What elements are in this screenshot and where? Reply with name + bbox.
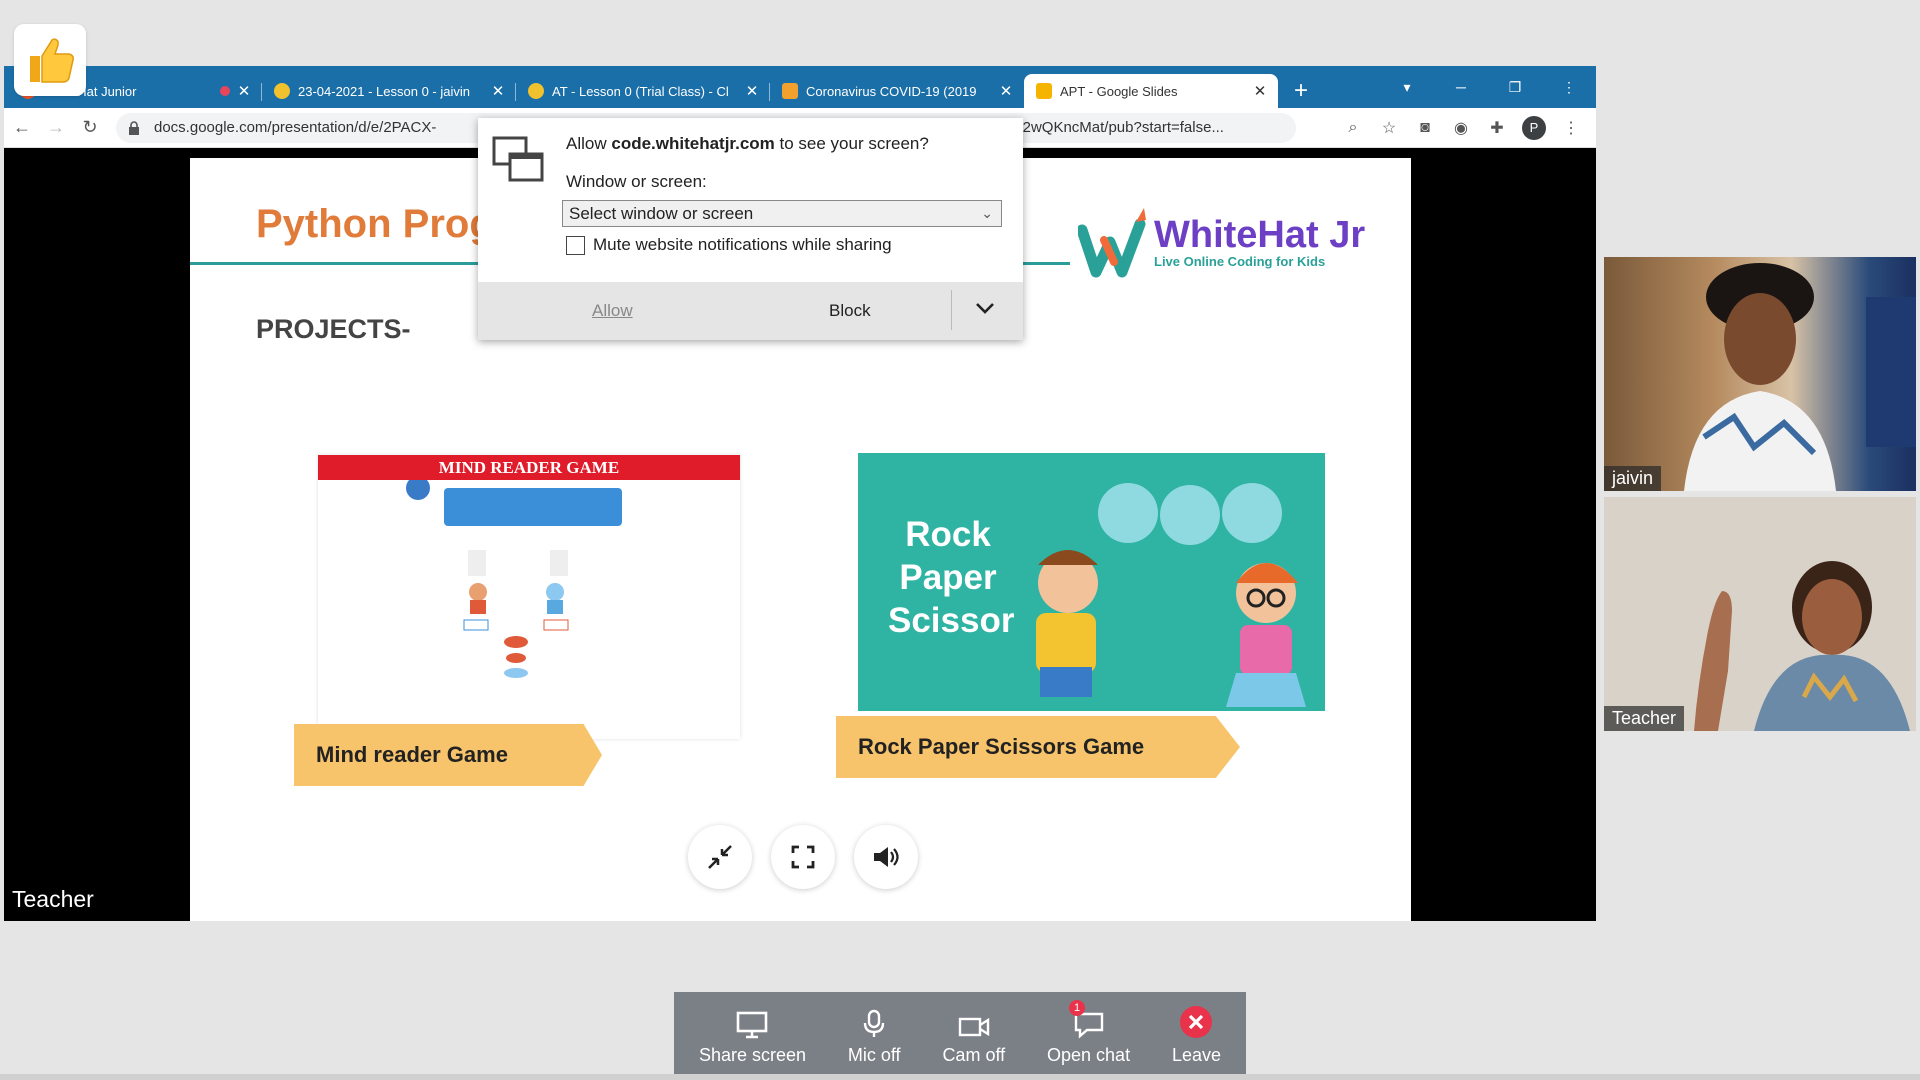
extension-menu-icon[interactable]: ⋮ <box>1542 66 1596 108</box>
projects-heading: PROJECTS- <box>256 314 411 344</box>
mute-notifications-label: Mute website notifications while sharing <box>593 235 892 254</box>
close-tab-icon[interactable]: ✕ <box>998 83 1014 100</box>
chrome-menu-icon[interactable]: ⋮ <box>1560 117 1582 139</box>
whitehat-w-icon <box>1078 208 1146 278</box>
participant-video-jaivin: jaivin <box>1604 257 1916 491</box>
mind-reader-illustration <box>406 476 622 678</box>
unread-chat-badge: 1 <box>1069 1000 1086 1016</box>
fullscreen-icon <box>791 845 815 869</box>
logo-name: WhiteHat Jr <box>1154 213 1366 256</box>
slides-favicon-icon <box>782 83 798 99</box>
thumbs-up-reaction[interactable] <box>14 24 86 96</box>
whitehat-logo: WhiteHat Jr Live Online Coding for Kids <box>1078 206 1365 278</box>
close-tab-icon[interactable]: ✕ <box>236 83 252 100</box>
leave-label: Leave <box>1171 1045 1221 1065</box>
fullscreen-button[interactable] <box>771 825 835 889</box>
meeting-control-bar: Share screen Mic off Cam off 1 Open chat… <box>674 992 1246 1076</box>
close-tab-icon[interactable]: ✕ <box>744 83 760 100</box>
minimize-icon[interactable]: ─ <box>1434 66 1488 108</box>
screen-share-icon <box>492 136 544 182</box>
tab-title: 23-04-2021 - Lesson 0 - jaivin <box>298 83 470 99</box>
window-or-screen-label: Window or screen: <box>566 172 707 191</box>
forward-arrow-icon[interactable]: → <box>40 112 72 144</box>
slide-title: Python Prog <box>256 202 494 246</box>
zoom-icon[interactable]: ⌕ <box>1342 117 1364 139</box>
block-button[interactable]: Block <box>829 301 871 321</box>
participant-figure <box>1684 263 1916 491</box>
tab-search-icon[interactable]: ▾ <box>1380 66 1434 108</box>
tab-google-slides[interactable]: APT - Google Slides ✕ <box>1024 74 1278 108</box>
microphone-icon <box>864 1009 885 1037</box>
participant-video-teacher: Teacher <box>1604 497 1916 731</box>
leave-button[interactable]: Leave <box>1172 992 1221 1076</box>
open-chat-label: Open chat <box>1047 1045 1131 1065</box>
mind-reader-thumbnail: MIND READER GAME <box>318 455 740 739</box>
mind-reader-label: Mind reader Game <box>294 724 602 786</box>
tab-title: AT - Lesson 0 (Trial Class) - Cl <box>552 83 729 99</box>
browser-tab-strip: WhiteHat Junior ✕ 23-04-2021 - Lesson 0 … <box>4 66 1596 108</box>
logo-tagline: Live Online Coding for Kids <box>1154 253 1326 269</box>
window-or-screen-select[interactable]: Select window or screen ⌄ <box>562 200 1002 227</box>
collapse-arrows-icon <box>708 845 732 869</box>
rps-label: Rock Paper Scissors Game <box>836 716 1240 778</box>
bottom-edge <box>0 1074 1920 1080</box>
select-value: Select window or screen <box>569 203 754 223</box>
tab-coronavirus[interactable]: Coronavirus COVID-19 (2019 ✕ <box>770 74 1024 108</box>
camera-button[interactable]: Cam off <box>942 992 1005 1076</box>
permission-question: Allow code.whitehatjr.com to see your sc… <box>566 134 1003 154</box>
new-tab-button[interactable]: + <box>1284 74 1318 108</box>
camera-label: Cam off <box>942 1045 1006 1065</box>
leave-x-icon <box>1180 1006 1213 1038</box>
open-chat-button[interactable]: 1 Open chat <box>1047 992 1130 1076</box>
participant-name: Teacher <box>1604 706 1685 731</box>
participant-name: jaivin <box>1604 466 1662 491</box>
share-screen-label: Share screen <box>698 1045 806 1065</box>
share-screen-button[interactable]: Share screen <box>699 992 806 1076</box>
camera-extension-icon[interactable]: ◙ <box>1414 117 1436 139</box>
more-options-button[interactable] <box>975 301 995 320</box>
mic-button[interactable]: Mic off <box>848 992 901 1076</box>
restore-icon[interactable]: ❐ <box>1488 66 1542 108</box>
requesting-domain: code.whitehatjr.com <box>611 134 775 153</box>
url-text: docs.google.com/presentation/d/e/2PACX- <box>154 119 437 136</box>
thumbs-up-icon <box>30 38 74 83</box>
mic-label: Mic off <box>847 1045 901 1065</box>
puzzle-extensions-icon[interactable]: ✚ <box>1486 117 1508 139</box>
google-slides-favicon-icon <box>1036 83 1052 99</box>
monitor-icon <box>737 1011 768 1039</box>
presenter-name-tag: Teacher <box>4 884 102 915</box>
chevron-down-icon: ⌄ <box>981 205 993 221</box>
mute-notifications-checkbox[interactable] <box>566 235 585 255</box>
classroom-favicon-icon <box>274 83 290 99</box>
classroom-favicon-icon <box>528 83 544 99</box>
exit-fullscreen-button[interactable] <box>688 825 752 889</box>
tab-title: APT - Google Slides <box>1060 83 1178 99</box>
chevron-down-icon <box>976 303 994 314</box>
window-controls: ▾ ─ ❐ ⋮ <box>1380 66 1596 108</box>
bookmark-star-icon[interactable]: ☆ <box>1378 117 1400 139</box>
tab-lesson-0-trial[interactable]: AT - Lesson 0 (Trial Class) - Cl ✕ <box>516 74 770 108</box>
lock-icon <box>128 120 146 135</box>
profile-avatar[interactable]: P <box>1522 115 1546 140</box>
close-tab-icon[interactable]: ✕ <box>490 83 506 100</box>
recording-dot-icon <box>220 86 230 96</box>
volume-button[interactable] <box>854 825 918 889</box>
extension-icon[interactable]: ◉ <box>1450 117 1472 139</box>
reload-icon[interactable]: ↻ <box>74 112 106 144</box>
tab-lesson-0-jaivin[interactable]: 23-04-2021 - Lesson 0 - jaivin ✕ <box>262 74 516 108</box>
rock-paper-scissors-thumbnail: Rock Paper Scissor <box>858 453 1325 711</box>
camera-icon <box>958 1017 989 1037</box>
tab-title: Coronavirus COVID-19 (2019 <box>806 83 977 99</box>
participant-figure <box>1694 561 1910 731</box>
back-arrow-icon[interactable]: ← <box>6 112 38 144</box>
rps-illustration <box>1036 483 1306 707</box>
allow-button[interactable]: Allow <box>592 301 633 321</box>
question-suffix: to see your screen? <box>774 134 929 153</box>
close-tab-icon[interactable]: ✕ <box>1252 83 1268 100</box>
screen-share-permission-dialog: Allow code.whitehatjr.com to see your sc… <box>478 118 1023 340</box>
speaker-icon <box>874 847 899 867</box>
question-prefix: Allow <box>566 134 612 153</box>
mind-reader-header: MIND READER GAME <box>318 455 740 480</box>
